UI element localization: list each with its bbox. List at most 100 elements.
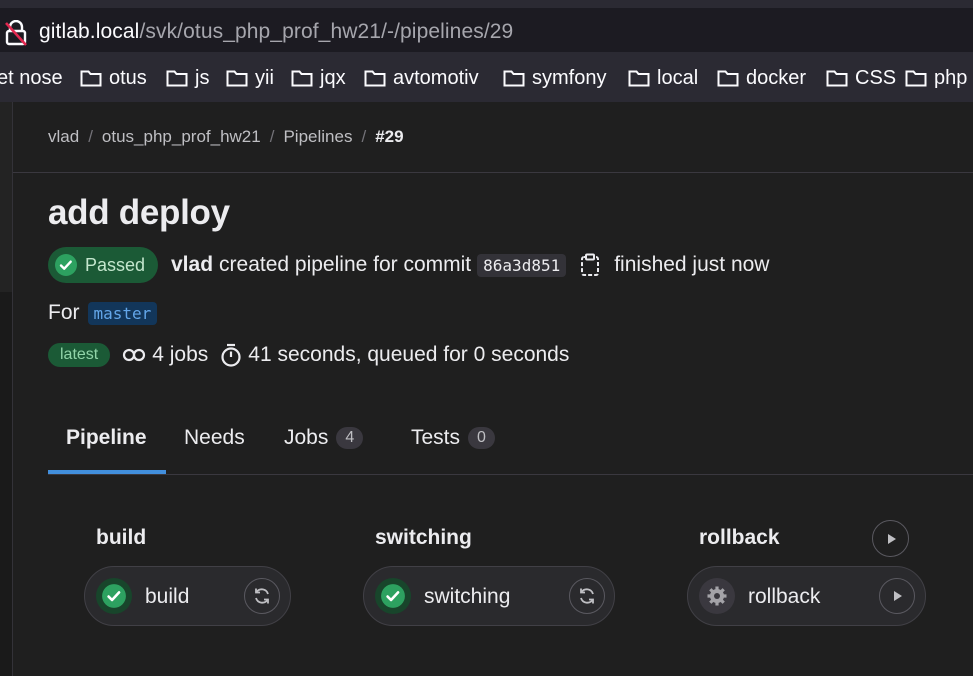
job-rollback[interactable]: rollback: [687, 566, 926, 626]
page-title: add deploy: [48, 193, 230, 232]
job-status: [96, 578, 132, 614]
tab-jobs[interactable]: Jobs 4: [284, 404, 364, 472]
folder-icon: [503, 70, 525, 87]
address-bar[interactable]: gitlab.local/svk/otus_php_prof_hw21/-/pi…: [0, 0, 973, 52]
status-badge[interactable]: Passed: [48, 247, 158, 283]
folder-icon: [628, 70, 650, 87]
tab-count-badge: 0: [468, 427, 495, 449]
bookmark-label: local: [657, 66, 699, 89]
created-text: created pipeline for commit: [219, 253, 472, 276]
folder-icon: [80, 70, 102, 87]
folder-icon: [826, 70, 848, 87]
retry-button[interactable]: [244, 578, 280, 614]
success-check-icon: [102, 584, 126, 608]
breadcrumb-separator: /: [269, 127, 275, 146]
folder-icon: [166, 70, 188, 87]
duration-text: 41 seconds, queued for 0 seconds: [248, 343, 570, 366]
job-status: [699, 578, 735, 614]
bookmark-folder[interactable]: jqx: [291, 66, 346, 90]
url-host: gitlab.local: [39, 20, 140, 43]
url-path: /svk/otus_php_prof_hw21/-/pipelines/29: [139, 20, 514, 43]
bookmark-label: otus: [109, 66, 147, 89]
bookmark-folder[interactable]: CSS: [826, 66, 896, 90]
tab-pipeline[interactable]: Pipeline: [66, 404, 147, 472]
header-divider: [13, 172, 973, 173]
success-check-icon: [381, 584, 405, 608]
finished-text: finished just now: [614, 253, 770, 276]
pipeline-stats: latest 4 jobs 41 seconds, queued for 0 s…: [48, 343, 569, 367]
author-link[interactable]: vlad: [171, 253, 213, 277]
status-label: Passed: [85, 254, 146, 275]
gear-icon: [707, 586, 727, 606]
breadcrumb-item-pipelines[interactable]: Pipelines: [283, 127, 352, 146]
stage-title-switching: switching: [375, 526, 472, 549]
play-icon: [894, 591, 902, 601]
folder-icon: [364, 70, 386, 87]
bookmark-folder[interactable]: avtomotiv: [364, 66, 479, 90]
bookmark-folder[interactable]: docker: [717, 66, 806, 90]
bookmark-folder[interactable]: symfony: [503, 66, 606, 90]
tab-strip-edge: [0, 0, 973, 8]
commit-sha[interactable]: 86a3d851: [477, 253, 567, 277]
sidebar-edge: [0, 102, 13, 676]
tab-count-badge: 4: [336, 427, 364, 449]
bookmark-folder[interactable]: local: [628, 66, 698, 90]
tab-needs[interactable]: Needs: [184, 404, 245, 472]
job-name: rollback: [748, 585, 821, 608]
bookmark-label: yii: [255, 66, 274, 89]
bookmark-label: et nose: [0, 66, 63, 89]
pipeline-jobs-icon: [122, 345, 146, 365]
job-switching[interactable]: switching: [363, 566, 615, 626]
job-build[interactable]: build: [84, 566, 291, 626]
bookmark-folder[interactable]: js: [166, 66, 209, 90]
retry-icon: [255, 588, 269, 604]
latest-badge: latest: [48, 343, 111, 367]
job-status: [375, 578, 411, 614]
stage-title-rollback: rollback: [699, 526, 780, 549]
stage-play-all-button[interactable]: [872, 520, 909, 557]
pipeline-summary: vlad created pipeline for commit 86a3d85…: [171, 253, 769, 277]
breadcrumb: vlad / otus_php_prof_hw21 / Pipelines / #29: [48, 127, 404, 147]
tab-tests[interactable]: Tests 0: [411, 404, 495, 472]
breadcrumb-item-user[interactable]: vlad: [48, 127, 79, 146]
folder-icon: [717, 70, 739, 87]
stage-title-build: build: [96, 526, 147, 549]
bookmark-label: jqx: [320, 66, 346, 89]
folder-icon: [291, 70, 313, 87]
sidebar-edge-band: [0, 102, 12, 292]
for-label: For: [48, 301, 80, 324]
insecure-lock-icon: [5, 20, 27, 46]
folder-icon: [226, 70, 248, 87]
bookmarks-bar: et nose otus js yii jqx avtomotiv symfon…: [0, 52, 973, 102]
play-icon: [887, 533, 896, 544]
success-check-icon: [55, 254, 77, 276]
bookmark-label: avtomotiv: [393, 66, 479, 89]
bookmark-item[interactable]: et nose: [0, 66, 63, 90]
breadcrumb-separator: /: [88, 127, 93, 146]
tab-label: Pipeline: [66, 426, 147, 449]
breadcrumb-current[interactable]: #29: [375, 127, 403, 146]
jobs-count: 4 jobs: [152, 343, 209, 366]
branch-link[interactable]: master: [87, 301, 158, 325]
branch-line: For master: [48, 301, 158, 325]
job-name: switching: [424, 585, 511, 608]
retry-button[interactable]: [569, 578, 605, 614]
tab-label: Jobs: [284, 426, 329, 449]
breadcrumb-item-project[interactable]: otus_php_prof_hw21: [102, 127, 261, 146]
breadcrumb-separator: /: [361, 127, 367, 146]
bookmark-folder[interactable]: yii: [226, 66, 274, 90]
copy-clipboard-icon[interactable]: [580, 253, 600, 277]
job-name: build: [145, 585, 190, 608]
bookmark-label: symfony: [532, 66, 607, 89]
timer-icon: [220, 343, 242, 367]
bookmark-label: js: [195, 66, 210, 89]
bookmark-label: php: [934, 66, 968, 89]
url-text[interactable]: gitlab.local/svk/otus_php_prof_hw21/-/pi…: [39, 20, 513, 44]
tabs-divider: [48, 474, 973, 475]
bookmark-label: docker: [746, 66, 807, 89]
tab-label: Needs: [184, 426, 245, 449]
play-button[interactable]: [879, 578, 915, 614]
retry-icon: [580, 588, 594, 604]
bookmark-folder[interactable]: otus: [80, 66, 147, 90]
bookmark-folder[interactable]: php: [905, 66, 967, 90]
